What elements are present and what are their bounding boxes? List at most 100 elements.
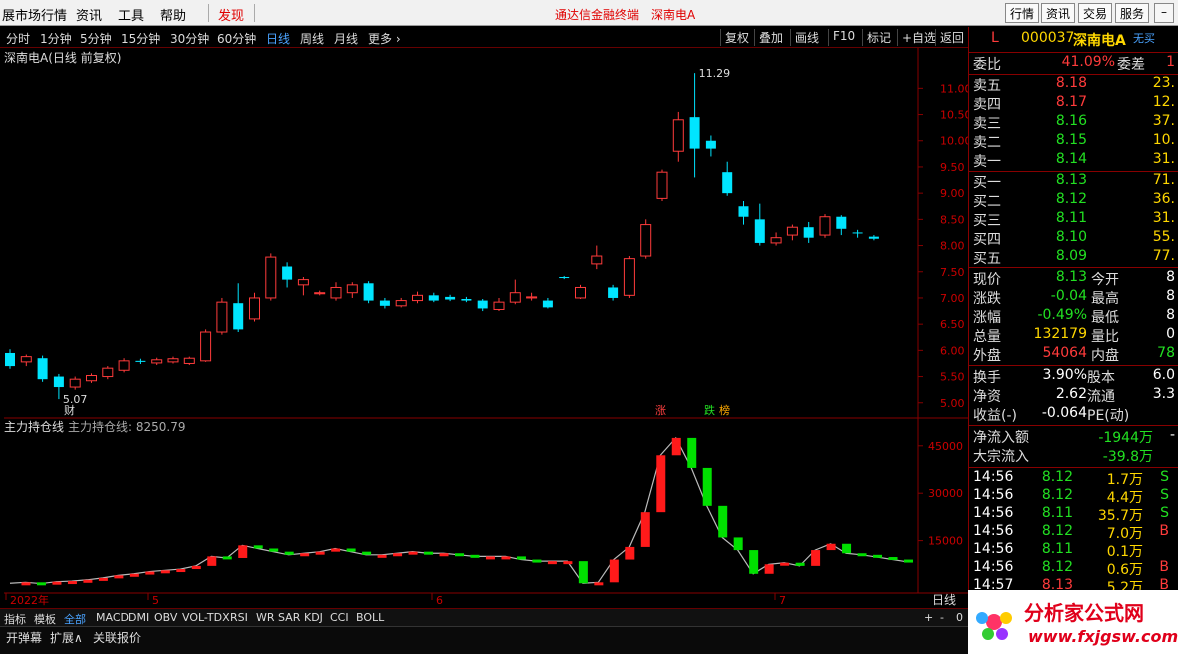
adjust-button[interactable]: 复权 [720,29,753,46]
quote-row[interactable]: 涨幅 -0.49% 最低 8 [969,307,1178,326]
limit-down-marker[interactable]: 跌 [704,403,715,417]
menu-tools[interactable]: 工具 [118,5,144,24]
fundamental-value: 3.90% [1042,367,1087,383]
indicator-bar [532,559,542,563]
tick-row[interactable]: 14:56 8.11 0.1万 [969,541,1178,560]
finance-marker[interactable]: 财 [64,403,75,417]
bid-row[interactable]: 买二 8.12 36. [969,191,1178,210]
period-15min[interactable]: 15分钟 [121,30,160,47]
expand-button[interactable]: 扩展∧ [50,629,83,646]
ask-row[interactable]: 卖一 8.14 31. [969,151,1178,170]
period-more[interactable]: 更多 › [368,30,401,47]
tick-row[interactable]: 14:56 8.11 35.7万 S [969,505,1178,524]
menu-help[interactable]: 帮助 [160,5,186,24]
tick-row[interactable]: 14:56 8.12 7.0万 B [969,523,1178,542]
tab-template[interactable]: 模板 [34,611,56,627]
tab-sar[interactable]: SAR [278,611,300,624]
flow-row[interactable]: 大宗流入 -39.8万 [969,446,1178,465]
period-5min[interactable]: 5分钟 [80,30,112,47]
zoom-out-button[interactable]: - [940,611,944,624]
draw-button[interactable]: 画线 [790,29,823,46]
add-watchlist-button[interactable]: +自选 [897,29,940,46]
fundamental-row[interactable]: 收益(-) -0.064 PE(动) [969,405,1178,424]
period-intraday[interactable]: 分时 [6,30,30,47]
period-1min[interactable]: 1分钟 [40,30,72,47]
ask-row[interactable]: 卖三 8.16 37. [969,113,1178,132]
tab-boll[interactable]: BOLL [356,611,384,624]
fundamental-row[interactable]: 换手 3.90% 股本 6.0 [969,367,1178,386]
tick-row[interactable]: 14:56 8.12 4.4万 S [969,487,1178,506]
price-tick-label: 8.00 [940,240,965,253]
period-30min[interactable]: 30分钟 [170,30,209,47]
ask-row[interactable]: 卖四 8.17 12. [969,94,1178,113]
kline-svg[interactable]: 深南电A(日线 前复权) 11.00 10.50 10.00 9.50 9.00 8.50… [0,48,968,608]
bid-row[interactable]: 买三 8.11 31. [969,210,1178,229]
quote-row[interactable]: 总量 132179 量比 0 [969,326,1178,345]
period-daily[interactable]: 日线 [266,30,290,47]
tab-cci[interactable]: CCI [330,611,349,624]
tick-row[interactable]: 14:56 8.12 1.7万 S [969,469,1178,488]
candle-body-up [167,358,179,363]
f10-button[interactable]: F10 [828,29,859,46]
ask-price: 8.14 [1055,151,1087,167]
candle-body-down [852,232,863,234]
brand-logo: 分析家公式网 www.fxjgsw.com [968,590,1178,654]
bid-row[interactable]: 买一 8.13 71. [969,172,1178,191]
quote-row[interactable]: 外盘 54064 内盘 78 [969,345,1178,364]
mark-button[interactable]: 标记 [862,29,895,46]
indicator-bar [671,437,681,456]
candle-body-down [379,300,390,306]
indicator-tick-label: 30000 [928,487,963,500]
price-tick-label: 6.00 [940,344,965,357]
menu-news[interactable]: 资讯 [76,5,102,24]
zoom-in-button[interactable]: + [924,611,933,624]
quote-row[interactable]: 现价 8.13 今开 8 [969,269,1178,288]
stock-badge: 无买 [1133,32,1155,45]
period-monthly[interactable]: 月线 [334,30,358,47]
flow-row[interactable]: 净流入额 -1944万 - [969,427,1178,446]
quote-row[interactable]: 涨跌 -0.04 最高 8 [969,288,1178,307]
ask-label: 卖一 [973,154,1001,170]
service-button[interactable]: 服务 [1115,3,1150,23]
limit-up-marker[interactable]: 涨 [655,404,666,417]
date-tick-label: 2022年 [10,593,49,607]
news-button[interactable]: 资讯 [1041,3,1076,23]
indicator-bar [408,551,418,555]
ask-volume: 31. [1152,151,1175,167]
app-title-link[interactable]: 通达信金融终端 [555,6,639,23]
ranking-marker[interactable]: 榜 [719,403,730,417]
kline-chart[interactable]: 深南电A(日线 前复权) 11.00 10.50 10.00 9.50 9.00 8.50… [0,48,968,608]
tab-rsi[interactable]: RSI [230,611,248,624]
ask-row[interactable]: 卖五 8.18 23. [969,75,1178,94]
tab-obv[interactable]: OBV [154,611,177,624]
trade-button[interactable]: 交易 [1078,3,1113,23]
tick-volume: 35.7万 [1097,508,1143,524]
tab-vol-tdx[interactable]: VOL-TDX [182,611,230,624]
tab-indicator[interactable]: 指标 [4,611,26,627]
tab-dmi[interactable]: DMI [128,611,149,624]
tick-time: 14:56 [973,505,1014,521]
tick-row[interactable]: 14:56 8.12 0.6万 B [969,559,1178,578]
zoom-reset-button[interactable]: 0 [956,611,963,624]
period-60min[interactable]: 60分钟 [217,30,256,47]
bid-row[interactable]: 买五 8.09 77. [969,248,1178,267]
period-weekly[interactable]: 周线 [300,30,324,47]
danmaku-button[interactable]: 开弹幕 [6,629,42,646]
tab-wr[interactable]: WR [256,611,275,624]
menu-market[interactable]: 展市场行情 [2,5,67,24]
minimize-icon[interactable]: – [1154,3,1174,23]
bid-label: 买五 [973,251,1001,267]
menu-discover[interactable]: 发现 [218,5,244,24]
price-tick-label: 8.50 [940,213,965,226]
bid-row[interactable]: 买四 8.10 55. [969,229,1178,248]
tab-all[interactable]: 全部 [64,611,86,627]
tab-macd[interactable]: MACD [96,611,129,624]
fundamental-row[interactable]: 净资 2.62 流通 3.3 [969,386,1178,405]
quote-button[interactable]: 行情 [1005,3,1040,23]
ask-row[interactable]: 卖二 8.15 10. [969,132,1178,151]
overlay-button[interactable]: 叠加 [754,29,787,46]
back-button[interactable]: 返回 [935,29,968,46]
stock-title-link[interactable]: 深南电A [651,6,695,23]
tab-kdj[interactable]: KDJ [304,611,323,624]
related-quote-button[interactable]: 关联报价 [93,629,141,646]
